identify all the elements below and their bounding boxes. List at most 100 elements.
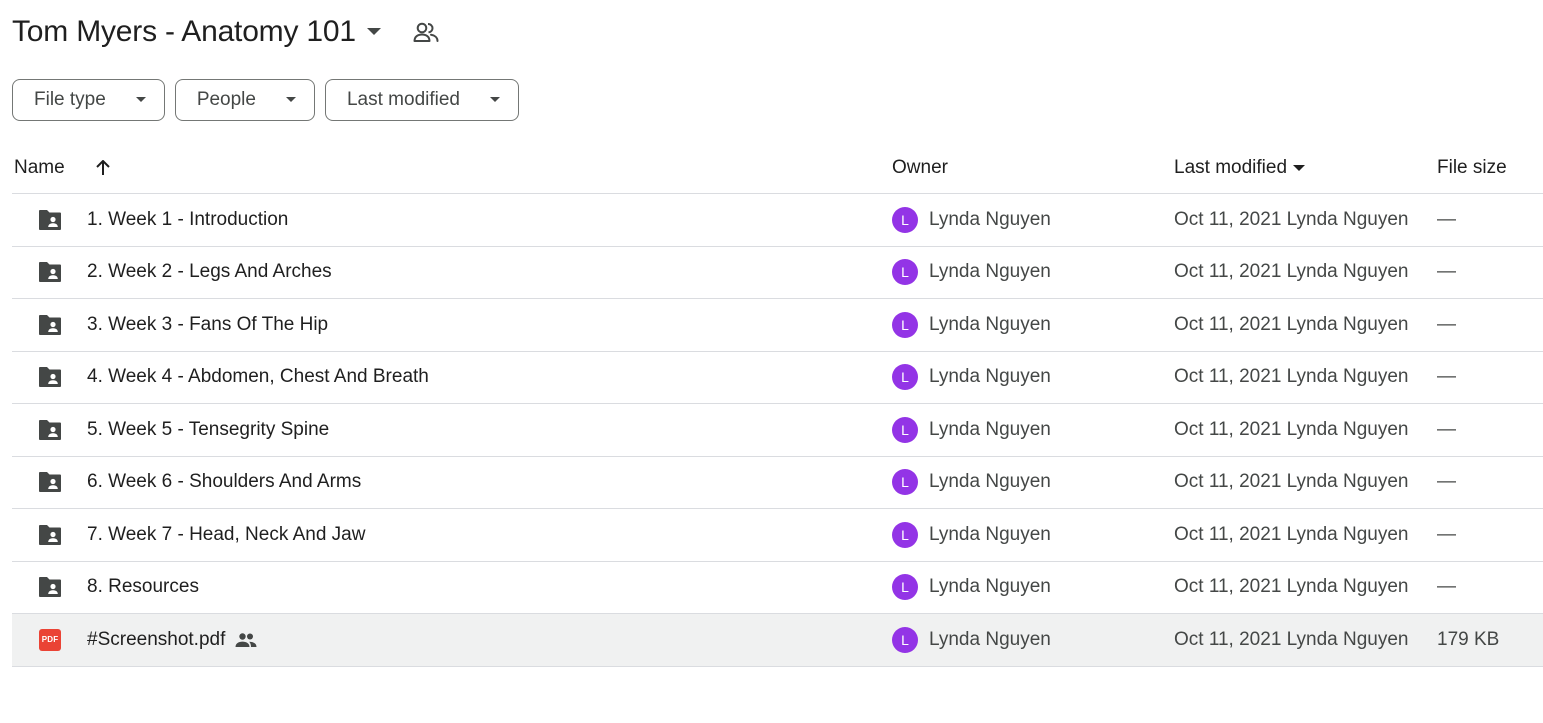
- last-modified-cell: Oct 11, 2021 Lynda Nguyen: [1174, 471, 1409, 493]
- owner-name: Lynda Nguyen: [929, 313, 1051, 335]
- file-name-cell: #Screenshot.pdf: [87, 614, 257, 666]
- file-rows: 1. Week 1 - Introduction L Lynda Nguyen …: [12, 194, 1543, 667]
- owner-cell: L Lynda Nguyen: [892, 247, 1051, 299]
- file-name: 7. Week 7 - Head, Neck And Jaw: [87, 523, 366, 545]
- pdf-icon: PDF: [36, 614, 64, 666]
- owner-name: Lynda Nguyen: [929, 576, 1051, 598]
- column-header-last-modified[interactable]: Last modified: [1174, 142, 1306, 194]
- table-row[interactable]: 7. Week 7 - Head, Neck And Jaw L Lynda N…: [12, 509, 1543, 562]
- file-name: 4. Week 4 - Abdomen, Chest And Breath: [87, 366, 429, 388]
- shared-folder-icon: [36, 247, 64, 299]
- file-name: 1. Week 1 - Introduction: [87, 208, 289, 230]
- file-name: 2. Week 2 - Legs And Arches: [87, 261, 332, 283]
- folder-title[interactable]: Tom Myers - Anatomy 101: [12, 15, 356, 49]
- column-header-owner[interactable]: Owner: [892, 142, 948, 194]
- file-size-cell: —: [1437, 471, 1456, 493]
- last-modified-cell: Oct 11, 2021 Lynda Nguyen: [1174, 418, 1409, 440]
- shared-folder-icon: [36, 562, 64, 614]
- caret-down-icon: [285, 97, 296, 103]
- filter-chips: File type People Last modified: [12, 79, 519, 121]
- file-size-cell: —: [1437, 208, 1456, 230]
- owner-name: Lynda Nguyen: [929, 418, 1051, 440]
- last-modified-cell: Oct 11, 2021 Lynda Nguyen: [1174, 366, 1409, 388]
- column-header-last-modified-label: Last modified: [1174, 157, 1288, 178]
- last-modified-cell: Oct 11, 2021 Lynda Nguyen: [1174, 313, 1409, 335]
- file-size-cell: —: [1437, 418, 1456, 440]
- column-header-file-size[interactable]: File size: [1437, 142, 1507, 194]
- file-name: 5. Week 5 - Tensegrity Spine: [87, 418, 330, 440]
- table-row[interactable]: 3. Week 3 - Fans Of The Hip L Lynda Nguy…: [12, 299, 1543, 352]
- file-size-cell: —: [1437, 366, 1456, 388]
- last-modified-filter[interactable]: Last modified: [324, 79, 519, 121]
- file-name: 6. Week 6 - Shoulders And Arms: [87, 471, 362, 493]
- people-filter[interactable]: People: [174, 79, 315, 121]
- table-row[interactable]: PDF #Screenshot.pdf L Lynda Nguyen Oct 1…: [12, 614, 1543, 667]
- people-filter-label: People: [196, 89, 256, 110]
- caret-down-icon: [490, 97, 500, 103]
- file-size-cell: —: [1437, 576, 1456, 598]
- last-modified-cell: Oct 11, 2021 Lynda Nguyen: [1174, 261, 1409, 283]
- last-modified-filter-label: Last modified: [346, 89, 460, 110]
- last-modified-cell: Oct 11, 2021 Lynda Nguyen: [1174, 523, 1409, 545]
- file-name-cell: 3. Week 3 - Fans Of The Hip: [87, 299, 328, 351]
- owner-cell: L Lynda Nguyen: [892, 194, 1051, 246]
- table-row[interactable]: 5. Week 5 - Tensegrity Spine L Lynda Ngu…: [12, 404, 1543, 457]
- avatar: L: [892, 574, 918, 601]
- file-name: #Screenshot.pdf: [87, 628, 226, 650]
- owner-cell: L Lynda Nguyen: [892, 614, 1051, 666]
- pdf-badge-label: PDF: [39, 628, 61, 651]
- avatar: L: [892, 416, 918, 443]
- file-type-filter[interactable]: File type: [12, 79, 165, 121]
- file-size-cell: —: [1437, 313, 1456, 335]
- owner-cell: L Lynda Nguyen: [892, 299, 1051, 351]
- file-name-cell: 5. Week 5 - Tensegrity Spine: [87, 404, 329, 456]
- owner-name: Lynda Nguyen: [929, 628, 1051, 650]
- shared-folder-icon: [36, 509, 64, 561]
- last-modified-cell: Oct 11, 2021 Lynda Nguyen: [1174, 576, 1409, 598]
- table-row[interactable]: 2. Week 2 - Legs And Arches L Lynda Nguy…: [12, 247, 1543, 299]
- people-icon: [235, 632, 257, 648]
- file-name: 3. Week 3 - Fans Of The Hip: [87, 313, 329, 335]
- folder-title-bar: Tom Myers - Anatomy 101: [12, 12, 440, 52]
- shared-folder-icon: [36, 194, 64, 246]
- avatar: L: [892, 311, 918, 338]
- avatar: L: [892, 469, 918, 496]
- owner-cell: L Lynda Nguyen: [892, 352, 1051, 404]
- file-list-table: Name Owner Last modified File size 1. We…: [12, 142, 1543, 667]
- file-name-cell: 2. Week 2 - Legs And Arches: [87, 247, 332, 299]
- owner-cell: L Lynda Nguyen: [892, 457, 1051, 509]
- last-modified-cell: Oct 11, 2021 Lynda Nguyen: [1174, 208, 1409, 230]
- sort-arrow-up-icon[interactable]: [92, 142, 114, 194]
- file-name-cell: 6. Week 6 - Shoulders And Arms: [87, 457, 361, 509]
- owner-name: Lynda Nguyen: [929, 366, 1051, 388]
- column-header-name[interactable]: Name: [14, 142, 65, 194]
- last-modified-cell: Oct 11, 2021 Lynda Nguyen: [1174, 628, 1409, 650]
- shared-folder-icon: [36, 457, 64, 509]
- file-size-cell: —: [1437, 523, 1456, 545]
- file-name-cell: 8. Resources: [87, 562, 199, 614]
- table-row[interactable]: 8. Resources L Lynda Nguyen Oct 11, 2021…: [12, 562, 1543, 614]
- people-outline-icon[interactable]: [412, 18, 440, 46]
- table-row[interactable]: 1. Week 1 - Introduction L Lynda Nguyen …: [12, 194, 1543, 247]
- owner-cell: L Lynda Nguyen: [892, 404, 1051, 456]
- avatar: L: [892, 626, 918, 653]
- table-row[interactable]: 6. Week 6 - Shoulders And Arms L Lynda N…: [12, 457, 1543, 509]
- owner-name: Lynda Nguyen: [929, 261, 1051, 283]
- caret-down-icon: [135, 97, 146, 103]
- title-caret-down-icon[interactable]: [362, 20, 386, 44]
- avatar: L: [892, 259, 918, 286]
- shared-folder-icon: [36, 352, 64, 404]
- owner-name: Lynda Nguyen: [929, 523, 1051, 545]
- file-name-cell: 7. Week 7 - Head, Neck And Jaw: [87, 509, 365, 561]
- owner-name: Lynda Nguyen: [929, 208, 1051, 230]
- file-name-cell: 4. Week 4 - Abdomen, Chest And Breath: [87, 352, 429, 404]
- file-name: 8. Resources: [87, 576, 199, 598]
- file-size-cell: —: [1437, 261, 1456, 283]
- shared-folder-icon: [36, 299, 64, 351]
- avatar: L: [892, 206, 918, 233]
- owner-cell: L Lynda Nguyen: [892, 562, 1051, 614]
- file-size-cell: 179 KB: [1437, 628, 1500, 650]
- shared-folder-icon: [36, 404, 64, 456]
- table-row[interactable]: 4. Week 4 - Abdomen, Chest And Breath L …: [12, 352, 1543, 404]
- table-header: Name Owner Last modified File size: [12, 142, 1543, 194]
